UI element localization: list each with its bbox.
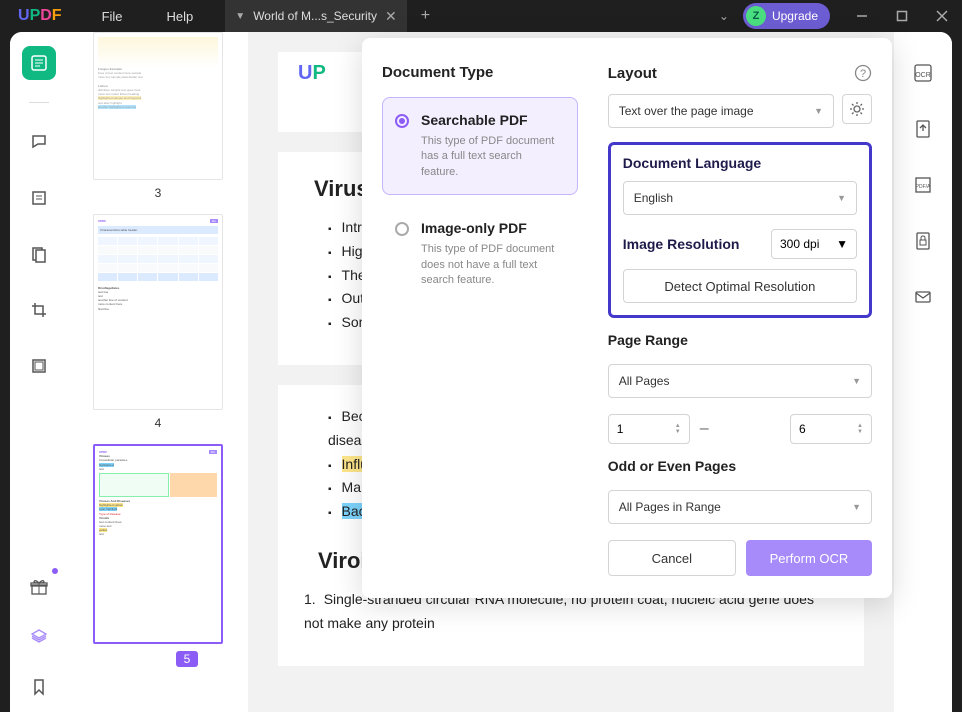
language-heading: Document Language <box>623 155 857 171</box>
form-tool-button[interactable] <box>22 349 56 383</box>
close-icon[interactable]: ✕ <box>385 8 397 25</box>
thumbnail-3[interactable]: Fungus Examplelines of text content here… <box>93 32 223 180</box>
thumbnail-label-3: 3 <box>68 186 248 200</box>
export-button[interactable] <box>906 112 940 146</box>
image-only-pdf-option[interactable]: Image-only PDF This type of PDF document… <box>382 205 578 303</box>
pdfa-button[interactable]: PDF/A <box>906 168 940 202</box>
option-title: Searchable PDF <box>421 112 561 128</box>
chevron-down-icon: ▼ <box>852 502 861 512</box>
share-button[interactable] <box>906 280 940 314</box>
cancel-button[interactable]: Cancel <box>608 540 736 576</box>
svg-text:?: ? <box>860 68 866 80</box>
chevron-down-icon[interactable]: ▼ <box>235 11 245 22</box>
spinner-icon[interactable]: ▲▼ <box>675 423 681 435</box>
reader-mode-button[interactable] <box>22 46 56 80</box>
chevron-down-icon: ▼ <box>836 237 848 251</box>
upgrade-label: Upgrade <box>772 9 818 23</box>
searchable-pdf-option[interactable]: Searchable PDF This type of PDF document… <box>382 97 578 195</box>
edit-tool-button[interactable] <box>22 181 56 215</box>
chevron-down-icon[interactable]: ⌄ <box>705 9 743 23</box>
app-logo: UPDF <box>18 7 62 25</box>
document-tab[interactable]: ▼ World of M...s_Security ✕ <box>225 0 406 32</box>
range-separator: – <box>700 420 709 438</box>
page-from-input[interactable]: 1▲▼ <box>608 414 690 444</box>
thumbnail-label-5: 5 <box>176 651 199 667</box>
new-tab-button[interactable]: + <box>407 7 444 25</box>
detect-resolution-button[interactable]: Detect Optimal Resolution <box>623 269 857 303</box>
svg-text:PDF/A: PDF/A <box>916 184 931 190</box>
radio-icon <box>395 114 409 128</box>
upgrade-button[interactable]: Z Upgrade <box>743 3 830 29</box>
menu-help[interactable]: Help <box>145 9 216 24</box>
thumbnails-pane[interactable]: Fungus Examplelines of text content here… <box>68 32 248 712</box>
option-description: This type of PDF document has a full tex… <box>421 134 561 180</box>
protect-button[interactable] <box>906 224 940 258</box>
spinner-icon[interactable]: ▲▼ <box>857 423 863 435</box>
help-icon[interactable]: ? <box>854 64 872 82</box>
comment-tool-button[interactable] <box>22 125 56 159</box>
page-range-heading: Page Range <box>608 332 872 348</box>
page-to-input[interactable]: 6▲▼ <box>790 414 872 444</box>
page-range-select[interactable]: All Pages▼ <box>608 364 872 398</box>
option-description: This type of PDF document does not have … <box>421 242 561 288</box>
thumbnail-4[interactable]: UPDFbtn Characteristics table header Din… <box>93 214 223 410</box>
option-title: Image-only PDF <box>421 220 561 236</box>
chevron-down-icon: ▼ <box>837 193 846 203</box>
ocr-panel: Document Type Searchable PDF This type o… <box>362 38 892 598</box>
thumbnail-label-4: 4 <box>68 416 248 430</box>
right-rail: OCR PDF/A <box>894 32 952 712</box>
titlebar: UPDF File Help ▼ World of M...s_Security… <box>0 0 962 32</box>
radio-icon <box>395 222 409 236</box>
maximize-button[interactable] <box>882 0 922 32</box>
odd-even-heading: Odd or Even Pages <box>608 458 872 474</box>
chevron-down-icon: ▼ <box>814 106 823 116</box>
avatar: Z <box>746 6 766 26</box>
close-window-button[interactable] <box>922 0 962 32</box>
ocr-button[interactable]: OCR <box>906 56 940 90</box>
layout-select[interactable]: Text over the page image▼ <box>608 94 834 128</box>
odd-even-select[interactable]: All Pages in Range▼ <box>608 490 872 524</box>
layers-button[interactable] <box>22 620 56 654</box>
gift-button[interactable] <box>22 570 56 604</box>
page-tool-button[interactable] <box>22 237 56 271</box>
perform-ocr-button[interactable]: Perform OCR <box>746 540 872 576</box>
layout-heading: Layout <box>608 65 657 82</box>
highlighted-section: Document Language English▼ Image Resolut… <box>608 142 872 318</box>
tab-title: World of M...s_Security <box>253 9 377 23</box>
menu-file[interactable]: File <box>80 9 145 24</box>
resolution-heading: Image Resolution <box>623 236 740 252</box>
bookmark-button[interactable] <box>22 670 56 704</box>
crop-tool-button[interactable] <box>22 293 56 327</box>
thumbnail-5[interactable]: UPDFbtn Virusesintracellular parasiteshi… <box>93 444 223 644</box>
doc-type-heading: Document Type <box>382 64 578 81</box>
resolution-select[interactable]: 300 dpi▼ <box>771 229 857 259</box>
minimize-button[interactable] <box>842 0 882 32</box>
language-select[interactable]: English▼ <box>623 181 857 215</box>
svg-text:OCR: OCR <box>915 72 931 79</box>
layout-settings-button[interactable] <box>842 94 872 124</box>
chevron-down-icon: ▼ <box>852 376 861 386</box>
